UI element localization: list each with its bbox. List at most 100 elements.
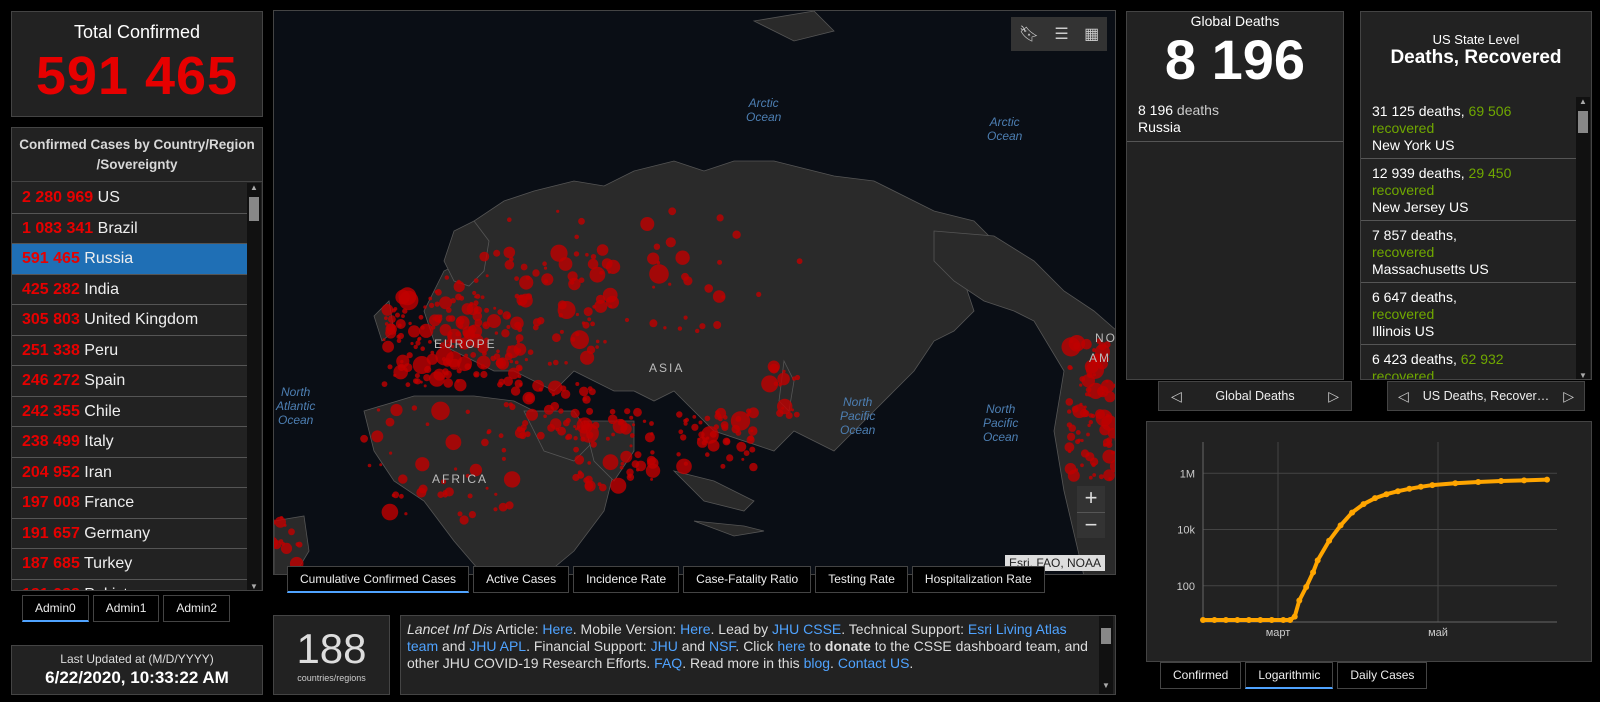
case-dot[interactable] [454,467,458,471]
case-dot[interactable] [371,430,384,443]
case-dot[interactable] [385,417,395,427]
case-dot[interactable] [543,414,547,419]
case-dot[interactable] [1115,339,1116,345]
case-dot[interactable] [709,430,717,438]
case-dot[interactable] [424,365,432,374]
article-link[interactable]: Here [542,621,572,637]
case-dot[interactable] [596,244,609,256]
case-dot[interactable] [486,430,491,435]
case-dot[interactable] [381,304,394,316]
case-dot[interactable] [485,486,489,490]
case-dot[interactable] [594,299,608,313]
scroll-up-icon[interactable]: ▲ [247,183,261,192]
case-dot[interactable] [402,308,408,314]
case-dot[interactable] [605,436,610,441]
case-dot[interactable] [525,293,533,300]
case-dot[interactable] [577,470,582,475]
chart-tab[interactable]: Daily Cases [1337,662,1428,689]
case-dot[interactable] [418,484,428,494]
case-dot[interactable] [635,460,647,472]
case-dot[interactable] [381,503,399,521]
case-dot[interactable] [580,350,595,365]
data-point[interactable] [1417,483,1424,490]
case-dot[interactable] [419,323,434,338]
data-point[interactable] [1310,569,1317,576]
case-dot[interactable] [389,451,393,455]
case-dot[interactable] [510,316,524,331]
case-dot[interactable] [398,474,408,484]
case-dot[interactable] [698,420,703,425]
case-dot[interactable] [611,432,615,437]
case-dot[interactable] [587,461,591,465]
data-point[interactable] [1360,501,1367,508]
case-dot[interactable] [459,515,469,525]
case-dot[interactable] [692,415,697,419]
case-dot[interactable] [1105,379,1109,383]
case-dot[interactable] [603,339,607,344]
case-dot[interactable] [367,463,372,468]
case-dot[interactable] [395,289,410,305]
country-row[interactable]: 246 272 Spain [12,366,248,397]
donate-here-link[interactable]: here [777,638,805,654]
country-row[interactable]: 238 499 Italy [12,427,248,458]
case-dot[interactable] [782,369,786,374]
case-dot[interactable] [464,363,472,370]
case-dot[interactable] [414,373,420,379]
case-dot[interactable] [443,378,453,388]
case-dot[interactable] [496,349,500,354]
case-dot[interactable] [1080,438,1084,443]
case-dot[interactable] [785,412,793,419]
case-dot[interactable] [392,491,400,499]
case-dot[interactable] [631,423,636,427]
nsf-link[interactable]: NSF [709,638,735,654]
case-dot[interactable] [602,454,619,471]
case-dot[interactable] [697,437,701,441]
case-dot[interactable] [793,411,800,418]
case-dot[interactable] [587,258,599,270]
case-dot[interactable] [1079,376,1086,382]
case-dot[interactable] [439,296,452,310]
case-dot[interactable] [484,307,490,313]
us-state-item[interactable]: 7 857 deaths, recovered Massachusetts US [1361,221,1577,283]
case-dot[interactable] [649,264,669,284]
case-dot[interactable] [520,263,528,271]
case-dot[interactable] [501,447,507,453]
country-row[interactable]: 204 952 Iran [12,458,248,488]
chevron-left-icon[interactable]: ◁ [1171,382,1182,410]
case-dot[interactable] [656,261,661,265]
map-layer-tab[interactable]: Incidence Rate [573,566,680,593]
case-dot[interactable] [724,438,730,445]
case-dot[interactable] [415,457,430,472]
case-dot[interactable] [460,321,464,325]
chevron-left-icon[interactable]: ◁ [1398,382,1409,410]
case-dot[interactable] [446,307,452,313]
case-dot[interactable] [408,325,421,338]
jhu-link[interactable]: JHU [651,638,678,654]
case-dot[interactable] [376,408,381,412]
case-dot[interactable] [379,463,383,467]
data-point[interactable] [1303,584,1310,591]
case-dot[interactable] [572,473,580,482]
case-dot[interactable] [524,358,528,362]
case-dot[interactable] [642,419,647,423]
data-point[interactable] [1372,495,1378,502]
case-dot[interactable] [536,431,545,440]
case-dot[interactable] [675,250,690,265]
case-dot[interactable] [569,280,575,285]
case-dot[interactable] [653,243,661,250]
us-state-item[interactable]: 6 423 deaths, 62 932recoveredPennsylvani… [1361,345,1577,379]
case-dot[interactable] [560,389,571,399]
case-dot[interactable] [541,273,554,286]
case-dot[interactable] [532,379,544,392]
case-dot[interactable] [1068,335,1086,352]
case-dot[interactable] [515,334,524,342]
case-dot[interactable] [503,471,521,488]
case-dot[interactable] [522,420,529,427]
case-dot[interactable] [575,312,579,317]
case-dot[interactable] [493,249,501,257]
case-dot[interactable] [582,395,591,404]
case-dot[interactable] [606,259,621,274]
case-dot[interactable] [288,528,295,536]
case-dot[interactable] [480,295,485,300]
case-dot[interactable] [387,364,393,370]
